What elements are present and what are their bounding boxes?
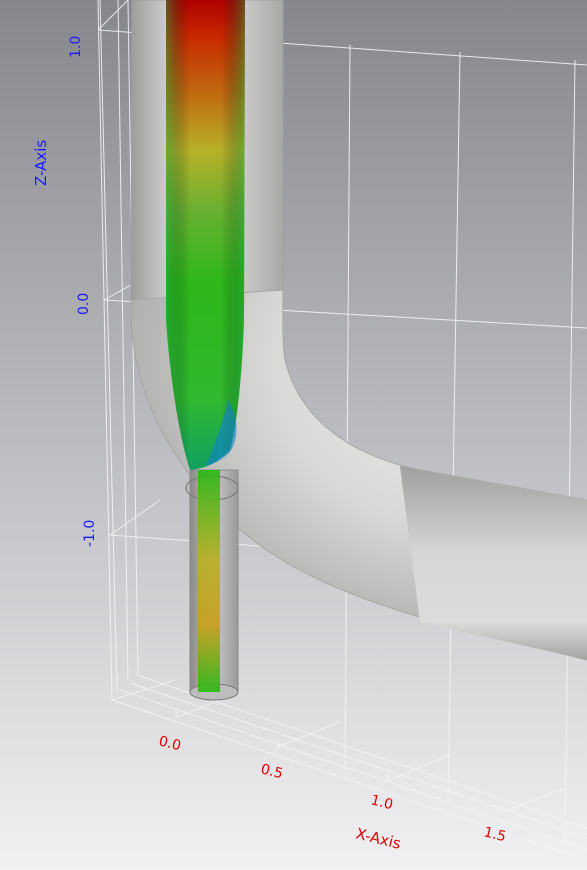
z-axis-tick-label: 0.0: [76, 293, 92, 315]
flow-velocity-slice-edge: [166, 0, 245, 470]
z-axis-title: Z-Axis: [32, 140, 50, 186]
z-axis-tick-label: -1.0: [82, 520, 98, 547]
3d-viewport[interactable]: Z-Axis 1.0 0.0 -1.0 0.0 0.5 1.0 1.5 X-Ax…: [0, 0, 587, 870]
inlet-flow-slice: [198, 470, 220, 692]
z-axis-tick-label: 1.0: [68, 36, 84, 58]
pipe-render-scene[interactable]: Z-Axis 1.0 0.0 -1.0 0.0 0.5 1.0 1.5 X-Ax…: [0, 0, 587, 870]
